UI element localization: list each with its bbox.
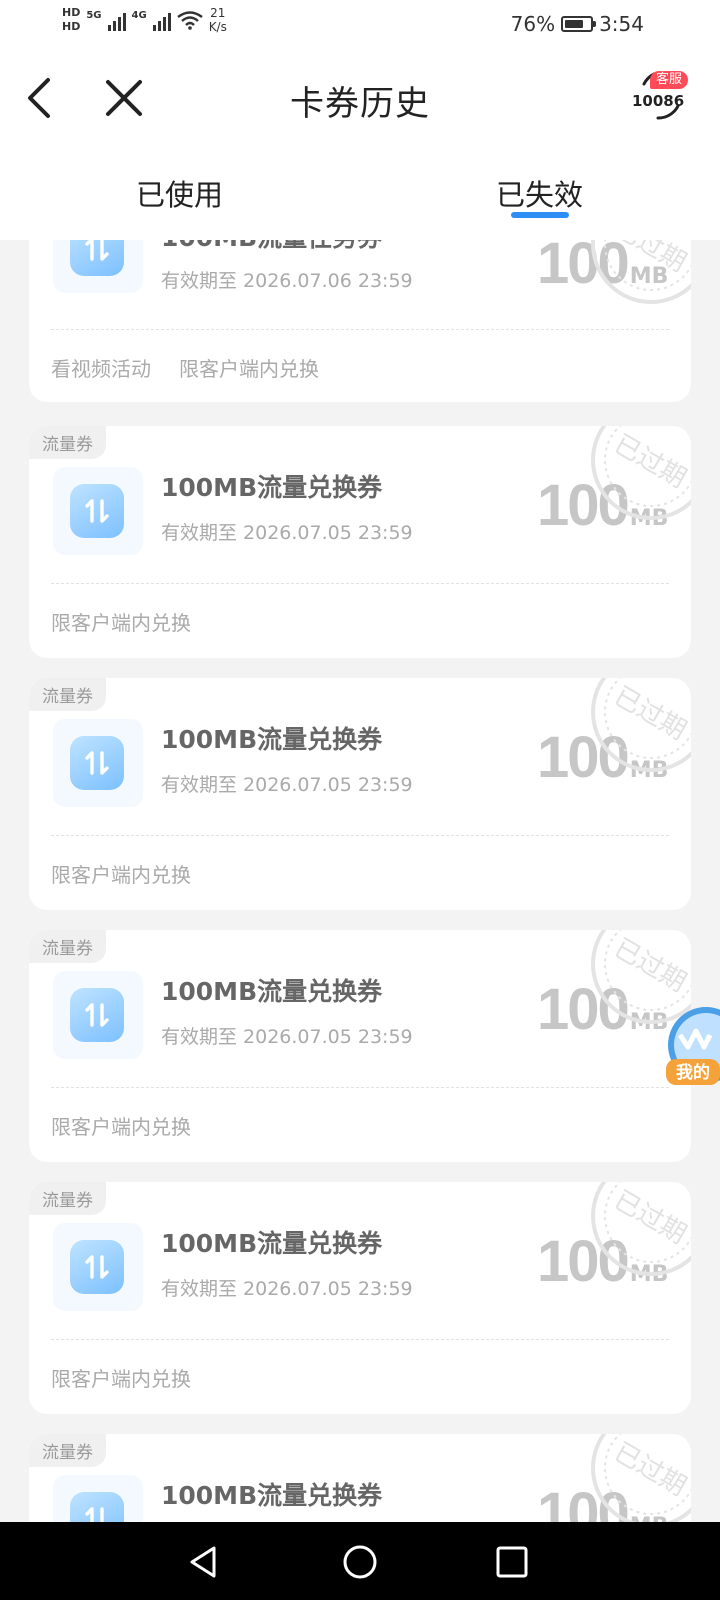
divider — [51, 835, 669, 836]
divider — [51, 1087, 669, 1088]
stamp-text: 已过期 — [609, 1437, 691, 1502]
condition-label: 限客户端内兑换 — [51, 611, 191, 635]
hd-label-2: HD — [62, 20, 81, 33]
speed-unit: K/s — [208, 20, 227, 34]
coupon-card[interactable]: 流量券 100MB流量兑换券 有效期至 2026.07.05 23:59 100… — [29, 1182, 691, 1414]
battery-icon — [561, 16, 597, 32]
data-transfer-icon — [53, 240, 143, 293]
stamp-text: 已过期 — [609, 240, 691, 278]
coupon-validity: 有效期至 2026.07.05 23:59 — [161, 774, 413, 796]
coupon-validity: 有效期至 2026.07.06 23:59 — [161, 270, 413, 292]
coupon-list[interactable]: 100MB流量任务券 有效期至 2026.07.06 23:59 100MB 已… — [0, 240, 720, 1522]
coupon-tag: 流量券 — [29, 1182, 106, 1215]
recents-square-icon[interactable] — [494, 1544, 530, 1580]
stamp-text: 已过期 — [609, 1185, 691, 1250]
divider — [51, 583, 669, 584]
coupon-validity: 有效期至 2026.07.05 23:59 — [161, 1278, 413, 1300]
expired-stamp: 已过期 — [591, 678, 691, 772]
crown-mascot-icon: 我的 — [666, 1007, 720, 1085]
condition-label: 限客户端内兑换 — [179, 357, 319, 381]
expired-stamp: 已过期 — [591, 1182, 691, 1276]
service-number: 10086 — [632, 92, 685, 110]
battery-percent: 76% — [510, 12, 556, 36]
tab-bar: 已使用 已失效 — [0, 146, 720, 240]
data-transfer-icon — [53, 467, 143, 555]
coupon-tag: 流量券 — [29, 426, 106, 459]
data-transfer-icon — [53, 1223, 143, 1311]
status-bar: HD HD 5G 4G 21 K/s 76% 3:54 — [0, 0, 720, 50]
my-badge-label: 我的 — [676, 1062, 710, 1083]
system-nav-bar — [0, 1522, 720, 1600]
clock: 3:54 — [599, 12, 644, 36]
coupon-card[interactable]: 流量券 100MB流量兑换券 有效期至 2026.07.05 23:59 100… — [29, 426, 691, 658]
signal-icon-2 — [152, 9, 171, 31]
expired-stamp: 已过期 — [591, 1434, 691, 1522]
stamp-text: 已过期 — [609, 429, 691, 494]
coupon-card[interactable]: 流量券 100MB流量兑换券 100MB 已过期 — [29, 1434, 691, 1522]
coupon-title: 100MB流量任务券 — [161, 240, 382, 254]
coupon-conditions: 限客户端内兑换 — [51, 607, 219, 636]
coupon-conditions: 看视频活动 限客户端内兑换 — [51, 353, 347, 382]
condition-label: 看视频活动 — [51, 357, 151, 381]
network-4g-label: 4G — [131, 10, 147, 21]
data-transfer-icon — [53, 1475, 143, 1522]
service-badge: 客服 — [649, 71, 688, 89]
tab-active-indicator — [511, 212, 569, 218]
network-5g-label: 5G — [86, 10, 102, 21]
divider — [51, 1339, 669, 1340]
stamp-text: 已过期 — [609, 681, 691, 746]
coupon-title: 100MB流量兑换券 — [161, 473, 383, 502]
my-floating-badge[interactable]: 我的 — [666, 1005, 720, 1095]
speed-value: 21 — [210, 6, 226, 20]
data-transfer-icon — [53, 971, 143, 1059]
condition-label: 限客户端内兑换 — [51, 1367, 191, 1391]
home-circle-icon[interactable] — [342, 1544, 378, 1580]
expired-stamp: 已过期 — [591, 240, 691, 304]
page-title: 卡券历史 — [290, 84, 430, 124]
coupon-tag: 流量券 — [29, 930, 106, 963]
network-speed: 21 K/s — [209, 6, 227, 34]
coupon-conditions: 限客户端内兑换 — [51, 1363, 219, 1392]
tab-used[interactable]: 已使用 — [136, 172, 223, 214]
coupon-conditions: 限客户端内兑换 — [51, 1111, 219, 1140]
nav-bar: 卡券历史 客服 10086 — [0, 50, 720, 146]
status-right: 76% 3:54 — [511, 12, 644, 36]
coupon-tag: 流量券 — [29, 1434, 106, 1467]
expired-stamp: 已过期 — [591, 426, 691, 520]
coupon-card[interactable]: 流量券 100MB流量兑换券 有效期至 2026.07.05 23:59 100… — [29, 678, 691, 910]
coupon-title: 100MB流量兑换券 — [161, 725, 383, 754]
coupon-validity: 有效期至 2026.07.05 23:59 — [161, 1026, 413, 1048]
wifi-icon — [176, 11, 203, 30]
coupon-conditions: 限客户端内兑换 — [51, 859, 219, 888]
coupon-validity: 有效期至 2026.07.05 23:59 — [161, 522, 413, 544]
coupon-card[interactable]: 100MB流量任务券 有效期至 2026.07.06 23:59 100MB 已… — [29, 240, 691, 402]
coupon-title: 100MB流量兑换券 — [161, 1229, 383, 1258]
coupon-card[interactable]: 流量券 100MB流量兑换券 有效期至 2026.07.05 23:59 100… — [29, 930, 691, 1162]
condition-label: 限客户端内兑换 — [51, 863, 191, 887]
hd-label-1: HD — [62, 6, 81, 19]
hd-indicator: HD HD — [62, 6, 80, 34]
coupon-title: 100MB流量兑换券 — [161, 977, 383, 1006]
stamp-text: 已过期 — [609, 933, 691, 998]
back-triangle-icon[interactable] — [186, 1544, 222, 1580]
customer-service-button[interactable]: 客服 10086 — [630, 68, 690, 124]
data-transfer-icon — [53, 719, 143, 807]
signal-icon — [107, 9, 126, 31]
status-left: HD HD 5G 4G 21 K/s — [62, 6, 227, 34]
condition-label: 限客户端内兑换 — [51, 1115, 191, 1139]
coupon-tag: 流量券 — [29, 678, 106, 711]
tab-expired[interactable]: 已失效 — [496, 172, 583, 214]
coupon-title: 100MB流量兑换券 — [161, 1481, 383, 1510]
divider — [51, 329, 669, 330]
